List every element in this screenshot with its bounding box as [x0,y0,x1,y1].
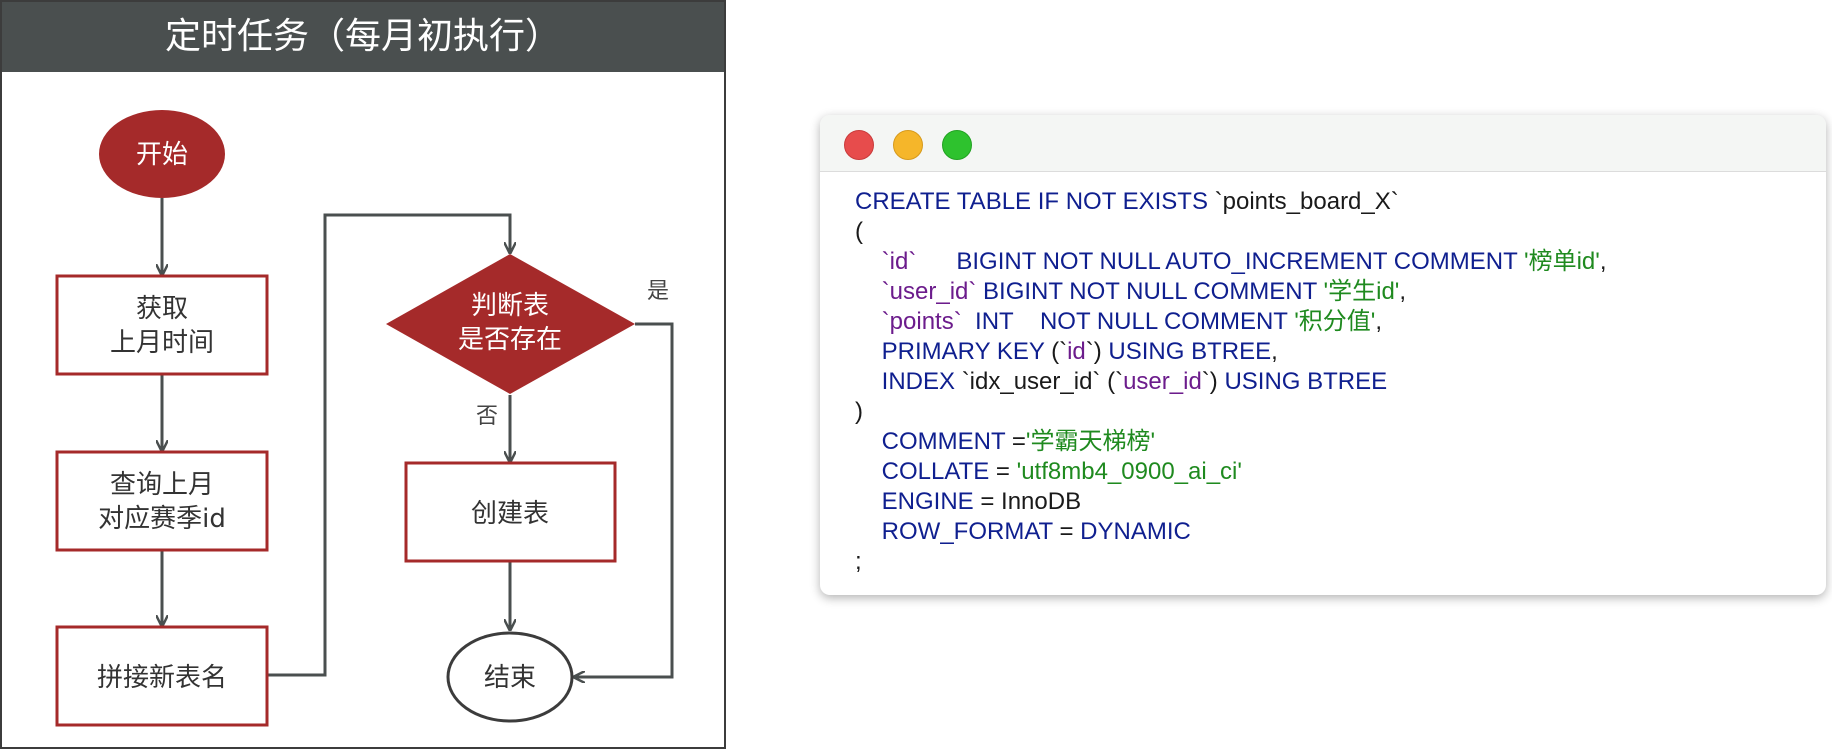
end-node: 结束 [446,631,574,723]
step2-line1: 查询上月 [110,470,214,500]
step-build-table-name: 拼接新表名 [55,625,269,727]
window-titlebar [820,115,1826,172]
code-token: BIGINT NOT NULL COMMENT [976,278,1324,305]
yes-label: 是 [647,279,669,304]
code-token: BIGINT NOT NULL AUTO_INCREMENT COMMENT [916,248,1524,275]
code-line: ENGINE = InnoDB [855,487,1805,517]
start-label: 开始 [136,140,188,170]
code-token: USING BTREE [1108,338,1272,365]
code-token: ROW_FORMAT [881,518,1053,545]
code-line: ROW_FORMAT = DYNAMIC [855,517,1805,547]
end-label: 结束 [484,663,536,693]
create-label: 创建表 [471,499,549,529]
code-token: ; [855,548,862,575]
code-token: , [1399,278,1407,305]
code-token: `user_id` [881,278,977,305]
decision-line1: 判断表 [471,291,549,321]
flowchart-panel: 定时任务（每月初执行） 开始 获取 上月时间 查询上月 对应赛季id 拼接新表名… [0,0,726,749]
code-token: '榜单id' [1524,248,1600,275]
code-token: COLLATE [881,458,990,485]
code-token: INT NOT NULL COMMENT [961,308,1295,335]
code-token: '学生id' [1323,278,1400,305]
code-token: ENGINE [881,488,974,515]
code-token: PRIMARY KEY [881,338,1052,365]
flowchart-diagram: 开始 获取 上月时间 查询上月 对应赛季id 拼接新表名 判断表 是否存在 是 … [55,110,674,727]
code-token: id [1067,338,1086,365]
code-token: `idx_user_id` (` [961,368,1124,395]
code-token: , [1375,308,1383,335]
code-line: `id` BIGINT NOT NULL AUTO_INCREMENT COMM… [855,247,1805,277]
code-line: ; [855,547,1805,577]
step-get-last-month: 获取 上月时间 [55,274,269,376]
code-token: user_id [1123,368,1202,395]
start-node: 开始 [99,110,225,198]
minimize-dot-icon[interactable] [893,130,923,160]
code-token: `) [1085,338,1109,365]
code-token: `points` [881,308,962,335]
code-token: CREATE TABLE IF NOT EXISTS [855,188,1215,215]
code-token: (` [1051,338,1068,365]
close-dot-icon[interactable] [844,130,874,160]
code-line: `user_id` BIGINT NOT NULL COMMENT '学生id'… [855,277,1805,307]
code-token: = [1005,428,1026,455]
code-token: DYNAMIC [1080,518,1191,545]
step2-line2: 对应赛季id [98,504,226,534]
step3-label: 拼接新表名 [97,663,227,693]
code-token: ( [855,218,863,245]
code-token: '学霸天梯榜' [1025,428,1156,455]
code-token: USING BTREE [1224,368,1388,395]
code-line: PRIMARY KEY (`id`) USING BTREE, [855,337,1805,367]
no-label: 否 [476,404,498,429]
step1-line1: 获取 [136,294,188,324]
code-token: `id` [881,248,917,275]
code-token: , [1271,338,1278,365]
code-token: = [1052,518,1081,545]
code-token: , [1599,248,1607,275]
code-token: '积分值' [1294,308,1376,335]
sql-code-block: CREATE TABLE IF NOT EXISTS `points_board… [855,187,1805,577]
code-line: COMMENT ='学霸天梯榜' [855,427,1805,457]
decision-table-exists: 判断表 是否存在 [386,254,635,394]
code-window: CREATE TABLE IF NOT EXISTS `points_board… [820,115,1826,595]
code-line: ) [855,397,1805,427]
code-token: 'utf8mb4_0900_ai_ci' [1016,458,1242,485]
code-token: `points_board_X` [1214,188,1399,215]
code-line: `points` INT NOT NULL COMMENT '积分值', [855,307,1805,337]
code-token: `) [1201,368,1225,395]
code-token: = InnoDB [973,488,1082,515]
code-line: ( [855,217,1805,247]
code-line: CREATE TABLE IF NOT EXISTS `points_board… [855,187,1805,217]
code-token: INDEX [881,368,962,395]
code-token: = [989,458,1017,485]
code-token: ) [855,398,863,425]
code-token: COMMENT [881,428,1006,455]
step-query-season: 查询上月 对应赛季id [55,450,269,552]
step1-line2: 上月时间 [110,328,214,358]
code-line: INDEX `idx_user_id` (`user_id`) USING BT… [855,367,1805,397]
step-create-table: 创建表 [404,461,617,563]
code-line: COLLATE = 'utf8mb4_0900_ai_ci' [855,457,1805,487]
maximize-dot-icon[interactable] [942,130,972,160]
decision-line2: 是否存在 [458,325,562,355]
